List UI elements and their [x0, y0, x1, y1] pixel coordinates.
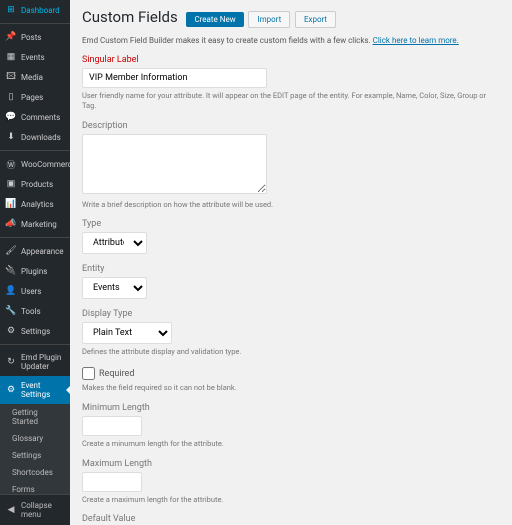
- page-title: Custom Fields: [82, 8, 178, 26]
- display-type-label: Display Type: [82, 309, 500, 319]
- max-length-input[interactable]: [82, 472, 142, 492]
- marketing-icon: 📣: [6, 219, 16, 229]
- intro-text: Emd Custom Field Builder makes it easy t…: [82, 36, 500, 45]
- sub-glossary[interactable]: Glossary: [0, 430, 70, 447]
- submenu: Getting Started Glossary Settings Shortc…: [0, 404, 70, 494]
- type-label: Type: [82, 219, 500, 229]
- max-length-help: Create a maximum length for the attribut…: [82, 495, 500, 505]
- gear-icon: ⚙: [6, 385, 16, 395]
- sub-settings[interactable]: Settings: [0, 447, 70, 464]
- singular-label-input[interactable]: [82, 68, 267, 88]
- type-select[interactable]: Attribute: [82, 232, 147, 254]
- main-content: Custom Fields Create New Import Export E…: [70, 0, 512, 525]
- menu-products[interactable]: ▣Products: [0, 174, 70, 194]
- download-icon: ⬇: [6, 132, 16, 142]
- menu-media[interactable]: 🖾Media: [0, 67, 70, 87]
- menu-plugins[interactable]: 🔌Plugins: [0, 261, 70, 281]
- entity-label: Entity: [82, 264, 500, 274]
- menu-analytics[interactable]: 📊Analytics: [0, 194, 70, 214]
- refresh-icon: ↻: [6, 357, 16, 367]
- collapse-menu[interactable]: ◀Collapse menu: [0, 494, 70, 525]
- description-label: Description: [82, 121, 500, 131]
- gear-icon: ⚙: [6, 326, 16, 336]
- create-new-button[interactable]: Create New: [186, 12, 243, 27]
- product-icon: ▣: [6, 179, 16, 189]
- menu-posts[interactable]: 📌Posts: [0, 27, 70, 47]
- analytics-icon: 📊: [6, 199, 16, 209]
- admin-menu: ⊞Dashboard 📌Posts ▦Events 🖾Media ▯Pages …: [0, 0, 70, 494]
- required-help: Makes the field required so it can not b…: [82, 383, 500, 393]
- user-icon: 👤: [6, 286, 16, 296]
- calendar-icon: ▦: [6, 52, 16, 62]
- admin-sidebar: ⊞Dashboard 📌Posts ▦Events 🖾Media ▯Pages …: [0, 0, 70, 525]
- min-length-label: Minimum Length: [82, 403, 500, 413]
- media-icon: 🖾: [6, 72, 16, 82]
- tool-icon: 🔧: [6, 306, 16, 316]
- description-input[interactable]: [82, 134, 267, 194]
- menu-woocommerce[interactable]: ⓌWooCommerce: [0, 154, 70, 174]
- menu-downloads[interactable]: ⬇Downloads: [0, 127, 70, 147]
- page-icon: ▯: [6, 92, 16, 102]
- singular-label-help: User friendly name for your attribute. I…: [82, 91, 500, 111]
- required-checkbox[interactable]: [82, 367, 95, 380]
- menu-events[interactable]: ▦Events: [0, 47, 70, 67]
- import-button[interactable]: Import: [248, 11, 290, 28]
- min-length-help: Create a minumum length for the attribut…: [82, 439, 500, 449]
- required-checkbox-wrap[interactable]: Required: [82, 367, 500, 380]
- sub-getting-started[interactable]: Getting Started: [0, 404, 70, 430]
- comment-icon: 💬: [6, 112, 16, 122]
- entity-select[interactable]: Events: [82, 277, 147, 299]
- singular-label-label: Singular Label: [82, 55, 500, 65]
- pin-icon: 📌: [6, 32, 16, 42]
- dashboard-icon: ⊞: [6, 5, 16, 15]
- sub-forms[interactable]: Forms: [0, 481, 70, 494]
- description-help: Write a brief description on how the att…: [82, 200, 500, 210]
- menu-updater[interactable]: ↻Emd Plugin Updater: [0, 348, 70, 376]
- sub-shortcodes[interactable]: Shortcodes: [0, 464, 70, 481]
- menu-marketing[interactable]: 📣Marketing: [0, 214, 70, 234]
- menu-tools[interactable]: 🔧Tools: [0, 301, 70, 321]
- min-length-input[interactable]: [82, 416, 142, 436]
- menu-dashboard[interactable]: ⊞Dashboard: [0, 0, 70, 20]
- display-type-select[interactable]: Plain Text: [82, 322, 172, 344]
- menu-settings[interactable]: ⚙Settings: [0, 321, 70, 341]
- display-type-help: Defines the attribute display and valida…: [82, 347, 500, 357]
- brush-icon: 🖌: [6, 246, 16, 256]
- menu-comments[interactable]: 💬Comments: [0, 107, 70, 127]
- plugin-icon: 🔌: [6, 266, 16, 276]
- default-value-label: Default Value: [82, 514, 500, 524]
- menu-event-settings[interactable]: ⚙Event Settings: [0, 376, 70, 404]
- export-button[interactable]: Export: [295, 11, 336, 28]
- collapse-icon: ◀: [6, 505, 16, 515]
- woo-icon: Ⓦ: [6, 159, 16, 169]
- menu-users[interactable]: 👤Users: [0, 281, 70, 301]
- learn-more-link[interactable]: Click here to learn more.: [373, 36, 459, 45]
- menu-pages[interactable]: ▯Pages: [0, 87, 70, 107]
- max-length-label: Maximum Length: [82, 459, 500, 469]
- menu-appearance[interactable]: 🖌Appearance: [0, 241, 70, 261]
